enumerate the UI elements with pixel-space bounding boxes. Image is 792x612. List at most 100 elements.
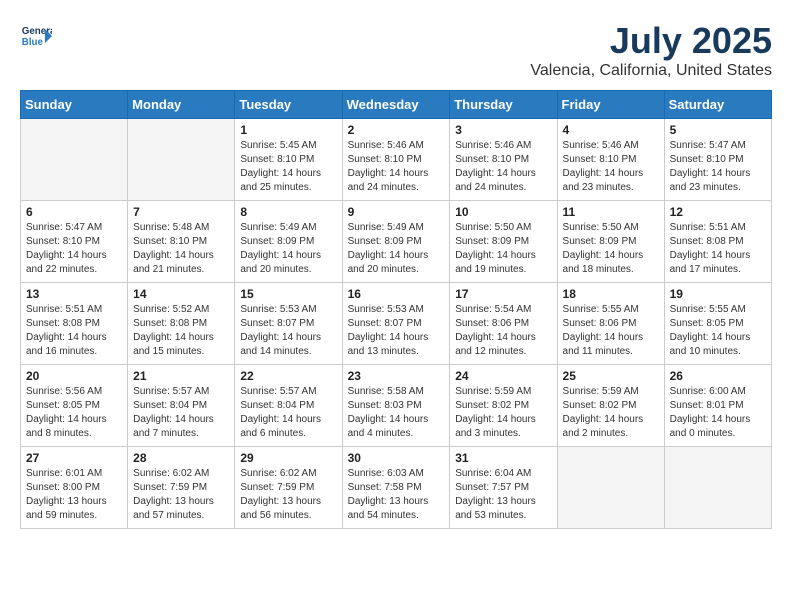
- day-number: 18: [563, 287, 659, 301]
- calendar-cell-w1d2: [128, 119, 235, 201]
- main-title: July 2025: [530, 20, 772, 62]
- logo: General Blue: [20, 20, 52, 52]
- header-monday: Monday: [128, 91, 235, 119]
- calendar-cell-w2d6: 11Sunrise: 5:50 AM Sunset: 8:09 PM Dayli…: [557, 201, 664, 283]
- day-detail: Sunrise: 5:48 AM Sunset: 8:10 PM Dayligh…: [133, 221, 229, 277]
- header-thursday: Thursday: [450, 91, 557, 119]
- day-detail: Sunrise: 5:55 AM Sunset: 8:05 PM Dayligh…: [670, 303, 766, 359]
- day-detail: Sunrise: 5:47 AM Sunset: 8:10 PM Dayligh…: [670, 139, 766, 195]
- day-detail: Sunrise: 5:56 AM Sunset: 8:05 PM Dayligh…: [26, 385, 122, 441]
- header-saturday: Saturday: [664, 91, 771, 119]
- header-wednesday: Wednesday: [342, 91, 450, 119]
- calendar-cell-w4d4: 23 Sunrise: 5:58 AM Sunset: 8:03 PM Dayli…: [342, 365, 450, 447]
- day-detail: Sunrise: 5:59 AM Sunset: 8:02 PM Dayligh…: [563, 385, 659, 441]
- day-number: 31: [455, 451, 551, 465]
- day-number: 8: [240, 205, 336, 219]
- calendar-cell-w2d3: 8Sunrise: 5:49 AM Sunset: 8:09 PM Daylig…: [235, 201, 342, 283]
- calendar-cell-w4d3: 22 Sunrise: 5:57 AM Sunset: 8:04 PM Dayli…: [235, 365, 342, 447]
- day-detail: Sunrise: 5:57 AM Sunset: 8:04 PM Dayligh…: [240, 385, 336, 441]
- week-row-4: 20 Sunrise: 5:56 AM Sunset: 8:05 PM Dayli…: [21, 365, 772, 447]
- day-detail: Sunrise: 5:57 AM Sunset: 8:04 PM Dayligh…: [133, 385, 229, 441]
- day-detail: Sunrise: 5:46 AM Sunset: 8:10 PM Dayligh…: [348, 139, 445, 195]
- calendar-cell-w1d1: [21, 119, 128, 201]
- day-number: 6: [26, 205, 122, 219]
- day-number: 27: [26, 451, 122, 465]
- day-detail: Sunrise: 5:51 AM Sunset: 8:08 PM Dayligh…: [670, 221, 766, 277]
- day-number: 23: [348, 369, 445, 383]
- weekday-header-row: Sunday Monday Tuesday Wednesday Thursday…: [21, 91, 772, 119]
- calendar-cell-w3d2: 14 Sunrise: 5:52 AM Sunset: 8:08 PM Dayli…: [128, 283, 235, 365]
- day-detail: Sunrise: 5:59 AM Sunset: 8:02 PM Dayligh…: [455, 385, 551, 441]
- day-number: 1: [240, 123, 336, 137]
- calendar-cell-w2d1: 6 Sunrise: 5:47 AM Sunset: 8:10 PM Daylig…: [21, 201, 128, 283]
- day-number: 17: [455, 287, 551, 301]
- calendar-cell-w2d2: 7 Sunrise: 5:48 AM Sunset: 8:10 PM Daylig…: [128, 201, 235, 283]
- day-detail: Sunrise: 5:58 AM Sunset: 8:03 PM Dayligh…: [348, 385, 445, 441]
- title-block: July 2025 Valencia, California, United S…: [530, 20, 772, 80]
- calendar-cell-w5d2: 28 Sunrise: 6:02 AM Sunset: 7:59 PM Dayli…: [128, 447, 235, 529]
- day-number: 21: [133, 369, 229, 383]
- day-number: 7: [133, 205, 229, 219]
- svg-text:Blue: Blue: [22, 37, 44, 48]
- day-detail: Sunrise: 6:02 AM Sunset: 7:59 PM Dayligh…: [240, 467, 336, 523]
- day-number: 9: [348, 205, 445, 219]
- header-friday: Friday: [557, 91, 664, 119]
- calendar-cell-w2d7: 12Sunrise: 5:51 AM Sunset: 8:08 PM Dayli…: [664, 201, 771, 283]
- calendar-table: Sunday Monday Tuesday Wednesday Thursday…: [20, 90, 772, 529]
- day-number: 20: [26, 369, 122, 383]
- header-tuesday: Tuesday: [235, 91, 342, 119]
- calendar-cell-w1d7: 5 Sunrise: 5:47 AM Sunset: 8:10 PM Daylig…: [664, 119, 771, 201]
- day-number: 5: [670, 123, 766, 137]
- day-detail: Sunrise: 5:54 AM Sunset: 8:06 PM Dayligh…: [455, 303, 551, 359]
- day-number: 3: [455, 123, 551, 137]
- day-number: 14: [133, 287, 229, 301]
- calendar-cell-w4d2: 21 Sunrise: 5:57 AM Sunset: 8:04 PM Dayli…: [128, 365, 235, 447]
- day-number: 28: [133, 451, 229, 465]
- day-number: 10: [455, 205, 551, 219]
- calendar-cell-w4d6: 25 Sunrise: 5:59 AM Sunset: 8:02 PM Dayli…: [557, 365, 664, 447]
- week-row-5: 27 Sunrise: 6:01 AM Sunset: 8:00 PM Dayli…: [21, 447, 772, 529]
- week-row-1: 1 Sunrise: 5:45 AM Sunset: 8:10 PM Daylig…: [21, 119, 772, 201]
- day-detail: Sunrise: 6:02 AM Sunset: 7:59 PM Dayligh…: [133, 467, 229, 523]
- header-sunday: Sunday: [21, 91, 128, 119]
- day-detail: Sunrise: 5:49 AM Sunset: 8:09 PM Dayligh…: [348, 221, 445, 277]
- day-number: 4: [563, 123, 659, 137]
- day-number: 2: [348, 123, 445, 137]
- page-header: General Blue July 2025 Valencia, Califor…: [20, 20, 772, 80]
- day-number: 19: [670, 287, 766, 301]
- day-number: 11: [563, 205, 659, 219]
- calendar-cell-w4d1: 20 Sunrise: 5:56 AM Sunset: 8:05 PM Dayli…: [21, 365, 128, 447]
- calendar-cell-w1d3: 1 Sunrise: 5:45 AM Sunset: 8:10 PM Daylig…: [235, 119, 342, 201]
- subtitle: Valencia, California, United States: [530, 62, 772, 80]
- day-detail: Sunrise: 6:00 AM Sunset: 8:01 PM Dayligh…: [670, 385, 766, 441]
- day-detail: Sunrise: 5:46 AM Sunset: 8:10 PM Dayligh…: [563, 139, 659, 195]
- calendar-cell-w5d1: 27 Sunrise: 6:01 AM Sunset: 8:00 PM Dayli…: [21, 447, 128, 529]
- day-detail: Sunrise: 5:46 AM Sunset: 8:10 PM Dayligh…: [455, 139, 551, 195]
- week-row-2: 6 Sunrise: 5:47 AM Sunset: 8:10 PM Daylig…: [21, 201, 772, 283]
- calendar-cell-w2d5: 10 Sunrise: 5:50 AM Sunset: 8:09 PM Dayli…: [450, 201, 557, 283]
- week-row-3: 13Sunrise: 5:51 AM Sunset: 8:08 PM Dayli…: [21, 283, 772, 365]
- day-number: 22: [240, 369, 336, 383]
- calendar-cell-w1d4: 2 Sunrise: 5:46 AM Sunset: 8:10 PM Daylig…: [342, 119, 450, 201]
- calendar-cell-w4d5: 24Sunrise: 5:59 AM Sunset: 8:02 PM Dayli…: [450, 365, 557, 447]
- day-detail: Sunrise: 5:47 AM Sunset: 8:10 PM Dayligh…: [26, 221, 122, 277]
- day-detail: Sunrise: 5:52 AM Sunset: 8:08 PM Dayligh…: [133, 303, 229, 359]
- calendar-cell-w5d6: [557, 447, 664, 529]
- calendar-cell-w5d3: 29 Sunrise: 6:02 AM Sunset: 7:59 PM Dayli…: [235, 447, 342, 529]
- logo-icon: General Blue: [20, 20, 52, 52]
- calendar-cell-w5d5: 31Sunrise: 6:04 AM Sunset: 7:57 PM Dayli…: [450, 447, 557, 529]
- day-detail: Sunrise: 5:53 AM Sunset: 8:07 PM Dayligh…: [348, 303, 445, 359]
- day-number: 29: [240, 451, 336, 465]
- day-number: 25: [563, 369, 659, 383]
- calendar-cell-w4d7: 26Sunrise: 6:00 AM Sunset: 8:01 PM Dayli…: [664, 365, 771, 447]
- calendar-cell-w3d7: 19 Sunrise: 5:55 AM Sunset: 8:05 PM Dayli…: [664, 283, 771, 365]
- calendar-cell-w5d7: [664, 447, 771, 529]
- day-detail: Sunrise: 5:50 AM Sunset: 8:09 PM Dayligh…: [455, 221, 551, 277]
- day-detail: Sunrise: 5:45 AM Sunset: 8:10 PM Dayligh…: [240, 139, 336, 195]
- day-detail: Sunrise: 6:01 AM Sunset: 8:00 PM Dayligh…: [26, 467, 122, 523]
- calendar-cell-w3d5: 17 Sunrise: 5:54 AM Sunset: 8:06 PM Dayli…: [450, 283, 557, 365]
- day-number: 16: [348, 287, 445, 301]
- day-detail: Sunrise: 5:51 AM Sunset: 8:08 PM Dayligh…: [26, 303, 122, 359]
- calendar-cell-w3d6: 18Sunrise: 5:55 AM Sunset: 8:06 PM Dayli…: [557, 283, 664, 365]
- calendar-cell-w1d5: 3 Sunrise: 5:46 AM Sunset: 8:10 PM Daylig…: [450, 119, 557, 201]
